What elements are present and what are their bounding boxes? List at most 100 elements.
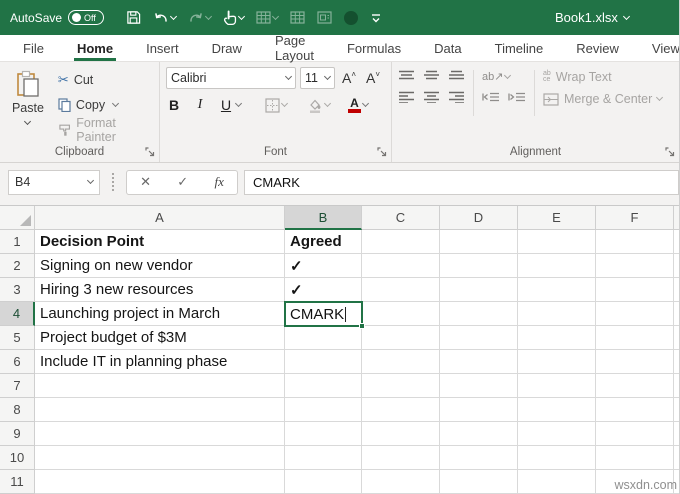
cell-e7[interactable] xyxy=(518,374,596,398)
fill-color-dropdown-icon[interactable] xyxy=(323,99,332,108)
row-header-5[interactable]: 5 xyxy=(0,326,35,350)
row-header-11[interactable]: 11 xyxy=(0,470,35,494)
cell-c1[interactable] xyxy=(362,230,440,254)
alignment-dialog-launcher[interactable] xyxy=(665,147,675,162)
cell-d10[interactable] xyxy=(440,446,518,470)
redo-button[interactable] xyxy=(184,8,215,28)
cell-d2[interactable] xyxy=(440,254,518,278)
merge-center-button[interactable]: Merge & Center xyxy=(543,92,664,106)
fill-color-button[interactable] xyxy=(307,98,332,113)
cell-a9[interactable] xyxy=(35,422,285,446)
cell-b7[interactable] xyxy=(285,374,362,398)
touch-mouse-mode-button[interactable] xyxy=(219,7,248,28)
cell-f4[interactable] xyxy=(596,302,674,326)
form-tool-button[interactable] xyxy=(313,8,336,27)
cell-e1[interactable] xyxy=(518,230,596,254)
borders-button[interactable] xyxy=(265,97,289,113)
cut-button[interactable]: ✂ Cut xyxy=(58,67,155,92)
cell-c4[interactable] xyxy=(362,302,440,326)
column-header-c[interactable]: C xyxy=(362,206,440,230)
align-middle-icon[interactable] xyxy=(423,70,440,82)
font-dialog-launcher[interactable] xyxy=(377,147,387,162)
cell-b6[interactable] xyxy=(285,350,362,374)
workbook-dropdown-icon[interactable] xyxy=(622,12,630,20)
cell-f8[interactable] xyxy=(596,398,674,422)
format-painter-button[interactable]: Format Painter xyxy=(58,116,155,144)
cell-e10[interactable] xyxy=(518,446,596,470)
cell-b3[interactable]: ✓ xyxy=(285,278,362,302)
row-header-8[interactable]: 8 xyxy=(0,398,35,422)
align-left-icon[interactable] xyxy=(398,91,415,103)
align-top-icon[interactable] xyxy=(398,70,415,82)
cell-c7[interactable] xyxy=(362,374,440,398)
row-header-10[interactable]: 10 xyxy=(0,446,35,470)
touch-mode-dropdown-icon[interactable] xyxy=(238,12,246,20)
column-header-e[interactable]: E xyxy=(518,206,596,230)
font-color-button[interactable]: A xyxy=(348,97,370,113)
formula-input[interactable]: CMARK xyxy=(244,169,679,195)
cell-a3[interactable]: Hiring 3 new resources xyxy=(35,278,285,302)
undo-button[interactable] xyxy=(149,8,180,28)
copy-dropdown-icon[interactable] xyxy=(112,99,120,107)
cell-a11[interactable] xyxy=(35,470,285,494)
font-color-dropdown-icon[interactable] xyxy=(361,99,370,108)
tab-page-layout[interactable]: Page Layout xyxy=(262,33,327,63)
decrease-indent-icon[interactable] xyxy=(482,92,500,104)
table-tool-button-1[interactable] xyxy=(252,8,282,27)
row-header-3[interactable]: 3 xyxy=(0,278,35,302)
cell-c2[interactable] xyxy=(362,254,440,278)
cell-e11[interactable] xyxy=(518,470,596,494)
cell-d8[interactable] xyxy=(440,398,518,422)
column-header-a[interactable]: A xyxy=(35,206,285,230)
cell-d9[interactable] xyxy=(440,422,518,446)
undo-dropdown-icon[interactable] xyxy=(170,12,178,20)
customize-qat-button[interactable] xyxy=(366,10,386,26)
row-header-7[interactable]: 7 xyxy=(0,374,35,398)
cell-a1[interactable]: Decision Point xyxy=(35,230,285,254)
cell-b10[interactable] xyxy=(285,446,362,470)
cell-f5[interactable] xyxy=(596,326,674,350)
underline-button[interactable]: U xyxy=(218,97,243,113)
column-header-b[interactable]: B xyxy=(285,206,362,230)
merge-center-dropdown-icon[interactable] xyxy=(656,93,664,102)
cell-c3[interactable] xyxy=(362,278,440,302)
cell-a7[interactable] xyxy=(35,374,285,398)
tab-view[interactable]: View xyxy=(639,35,679,61)
increase-indent-icon[interactable] xyxy=(508,92,526,104)
table-tool-button-2[interactable] xyxy=(286,8,309,27)
select-all-corner[interactable] xyxy=(0,206,35,230)
tab-review[interactable]: Review xyxy=(563,35,632,61)
enter-button[interactable]: ✓ xyxy=(177,174,188,190)
cell-f1[interactable] xyxy=(596,230,674,254)
redo-dropdown-icon[interactable] xyxy=(205,12,213,20)
name-box-dropdown-icon[interactable] xyxy=(86,176,95,185)
font-name-dropdown-icon[interactable] xyxy=(284,72,293,81)
cell-d5[interactable] xyxy=(440,326,518,350)
copy-button[interactable]: Copy xyxy=(58,92,155,117)
bold-button[interactable]: B xyxy=(166,97,182,113)
cell-d3[interactable] xyxy=(440,278,518,302)
workbook-title[interactable]: Book1.xlsx xyxy=(555,0,630,35)
wrap-text-button[interactable]: ab ce Wrap Text xyxy=(543,70,662,84)
paste-dropdown-icon[interactable] xyxy=(24,117,32,126)
cell-a5[interactable]: Project budget of $3M xyxy=(35,326,285,350)
tab-timeline[interactable]: Timeline xyxy=(482,35,557,61)
cell-d7[interactable] xyxy=(440,374,518,398)
cell-b2[interactable]: ✓ xyxy=(285,254,362,278)
cell-f10[interactable] xyxy=(596,446,674,470)
status-dot-button[interactable] xyxy=(340,8,362,28)
cell-b1[interactable]: Agreed xyxy=(285,230,362,254)
cell-e4[interactable] xyxy=(518,302,596,326)
cell-c11[interactable] xyxy=(362,470,440,494)
insert-function-button[interactable]: fx xyxy=(214,174,223,190)
orientation-button[interactable]: ab↗ xyxy=(482,70,512,83)
autosave-control[interactable]: AutoSave Off xyxy=(10,10,105,25)
cell-e5[interactable] xyxy=(518,326,596,350)
cell-d1[interactable] xyxy=(440,230,518,254)
cancel-button[interactable]: ✕ xyxy=(140,174,151,190)
row-header-2[interactable]: 2 xyxy=(0,254,35,278)
active-cell-b4-editor[interactable]: CMARK xyxy=(284,301,365,329)
name-box[interactable]: B4 xyxy=(8,169,100,195)
tab-data[interactable]: Data xyxy=(421,35,474,61)
tab-file[interactable]: File xyxy=(10,35,57,61)
